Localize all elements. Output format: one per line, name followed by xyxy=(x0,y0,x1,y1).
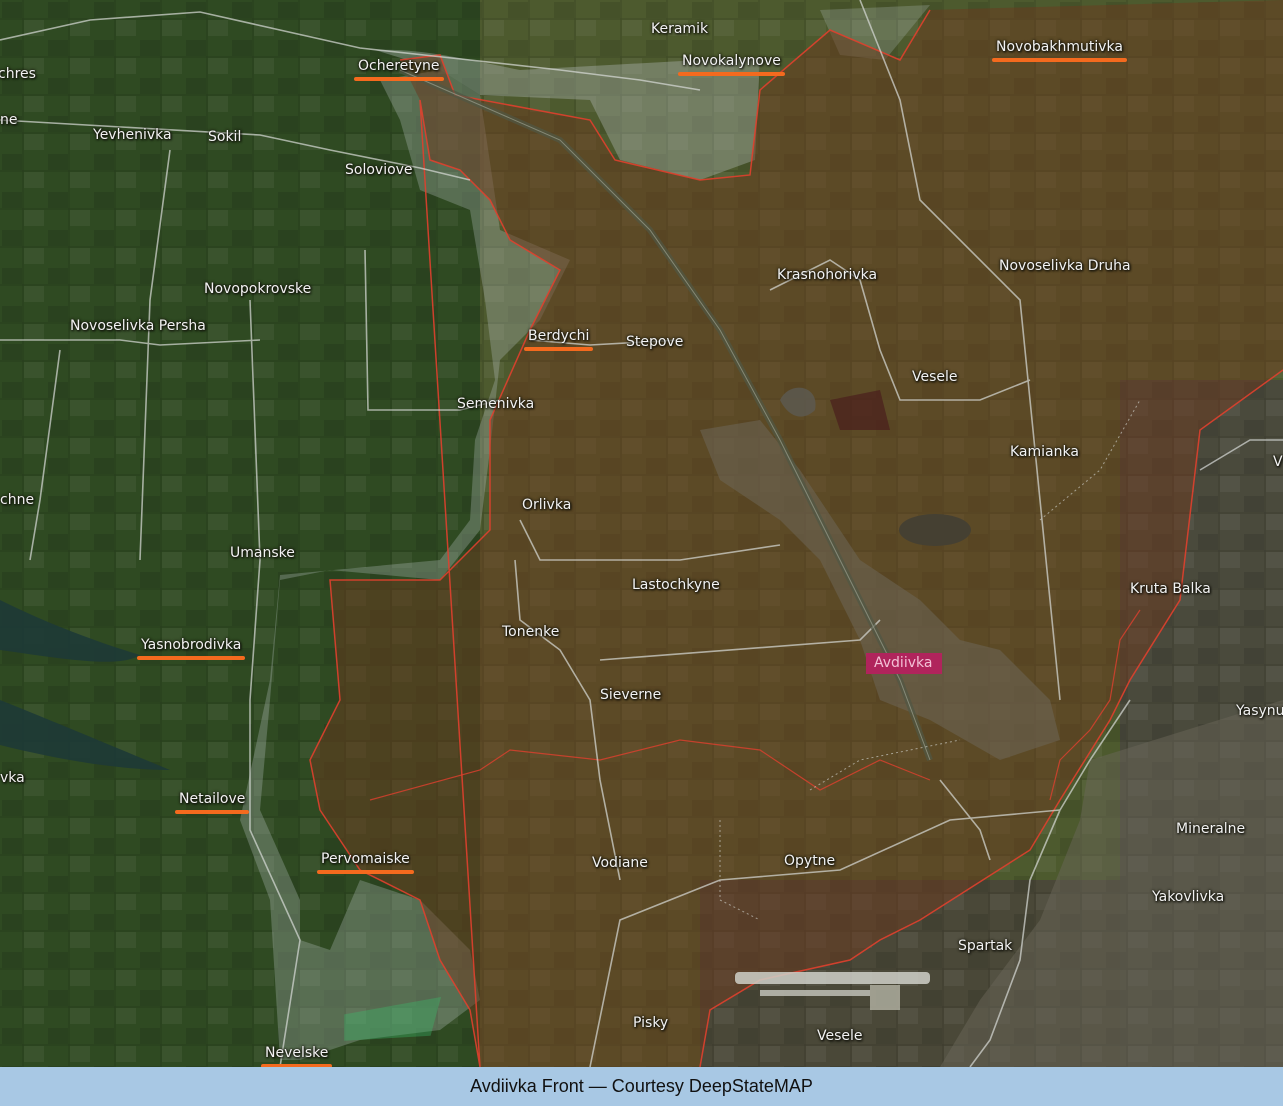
place-novoselivka-druha: Novoselivka Druha xyxy=(999,258,1131,274)
place-avdiivka: Avdiivka xyxy=(866,653,943,674)
place-novokalynove: Novokalynove xyxy=(678,53,785,76)
place-sieverne: Sieverne xyxy=(600,687,662,703)
place-yevhenivka: Yevhenivka xyxy=(93,127,172,143)
place-pervomaiske: Pervomaiske xyxy=(317,851,414,874)
place-kamianka: Kamianka xyxy=(1010,444,1079,460)
place-nevelske: Nevelske xyxy=(260,1045,333,1067)
place-v-edge: V xyxy=(1273,454,1283,470)
place-orlivka: Orlivka xyxy=(522,497,572,513)
place-novoselivka-persha: Novoselivka Persha xyxy=(70,318,206,334)
place-netailove: Netailove xyxy=(174,791,250,814)
place-chres: chres xyxy=(0,66,36,82)
place-yasynu: Yasynu xyxy=(1236,703,1283,719)
place-vka: vka xyxy=(0,770,25,786)
place-novobakhmutivka: Novobakhmutivka xyxy=(992,39,1127,62)
place-kruta-balka: Kruta Balka xyxy=(1130,581,1211,597)
satellite-map[interactable]: chres ne Yevhenivka Sokil Ocheretyne Ker… xyxy=(0,0,1283,1067)
place-krasnohorivka: Krasnohorivka xyxy=(777,267,878,283)
place-tonenke: Tonenke xyxy=(502,624,560,640)
place-yakovlivka: Yakovlivka xyxy=(1152,889,1225,905)
place-umanske: Umanske xyxy=(230,545,295,561)
place-spartak: Spartak xyxy=(958,938,1013,954)
place-soloviove: Soloviove xyxy=(345,162,413,178)
map-layer xyxy=(0,0,1283,1067)
place-ne: ne xyxy=(0,112,18,128)
place-vesele-south: Vesele xyxy=(817,1028,863,1044)
place-chne: chne xyxy=(0,492,35,508)
place-opytne: Opytne xyxy=(784,853,836,869)
place-pisky: Pisky xyxy=(633,1015,669,1031)
place-mineralne: Mineralne xyxy=(1176,821,1246,837)
place-stepove: Stepove xyxy=(626,334,684,350)
place-vodiane: Vodiane xyxy=(592,855,648,871)
place-yasnobrodivka: Yasnobrodivka xyxy=(136,637,246,660)
place-keramik: Keramik xyxy=(651,21,709,37)
place-semenivka: Semenivka xyxy=(457,396,535,412)
place-sokil: Sokil xyxy=(208,129,242,145)
place-novopokrovske: Novopokrovske xyxy=(204,281,312,297)
place-berdychi: Berdychi xyxy=(523,328,594,351)
place-lastochkyne: Lastochkyne xyxy=(632,577,720,593)
place-ocheretyne: Ocheretyne xyxy=(354,58,444,81)
map-caption: Avdiivka Front — Courtesy DeepStateMAP xyxy=(0,1067,1283,1106)
place-vesele-north: Vesele xyxy=(912,369,958,385)
